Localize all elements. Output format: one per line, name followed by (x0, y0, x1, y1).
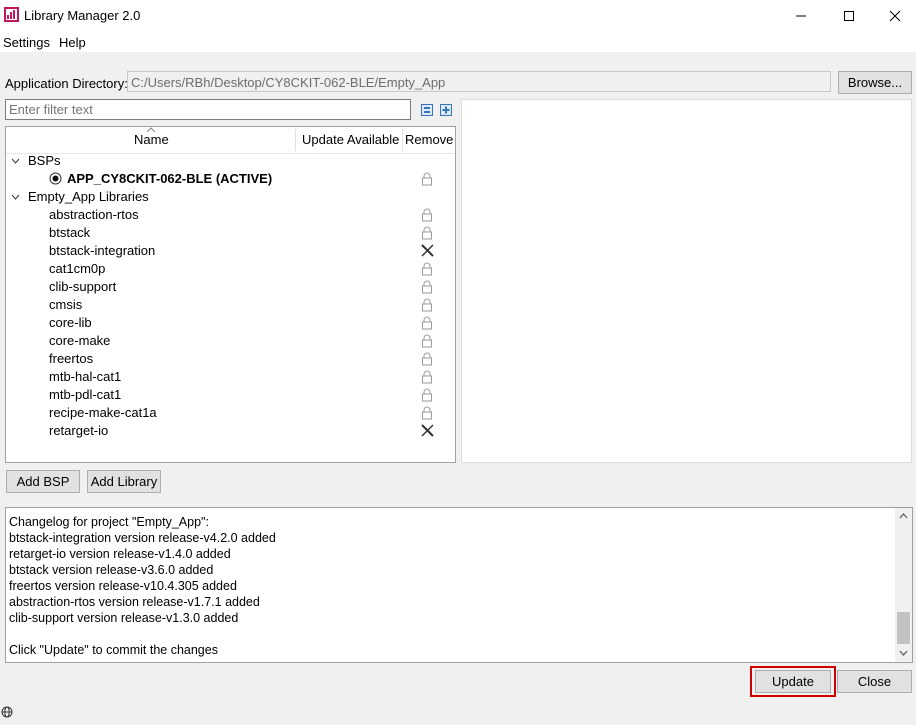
minimize-icon (796, 15, 806, 17)
bsp-row[interactable]: APP_CY8CKIT-062-BLE (ACTIVE) (6, 170, 454, 188)
library-label: core-lib (49, 315, 92, 330)
library-label: mtb-hal-cat1 (49, 369, 122, 384)
library-row[interactable]: clib-support (6, 278, 454, 296)
library-label: recipe-make-cat1a (49, 405, 157, 420)
update-button[interactable]: Update (755, 670, 831, 693)
add-bsp-button[interactable]: Add BSP (6, 470, 80, 493)
lock-icon (422, 406, 432, 420)
changelog-panel: Changelog for project "Empty_App": btsta… (5, 507, 913, 663)
close-button[interactable]: Close (837, 670, 912, 693)
lock-icon (422, 172, 432, 186)
library-label: cmsis (49, 297, 83, 312)
changelog-line: freertos version release-v10.4.305 added (9, 579, 237, 593)
lock-icon (422, 280, 432, 294)
library-row[interactable]: core-make (6, 332, 454, 350)
collapse-all-button[interactable] (421, 104, 433, 116)
library-row[interactable]: recipe-make-cat1a (6, 404, 454, 422)
changelog-line: abstraction-rtos version release-v1.7.1 … (9, 595, 260, 609)
lock-icon (422, 388, 432, 402)
library-row[interactable]: retarget-io (6, 422, 454, 440)
browse-button[interactable]: Browse... (838, 71, 912, 94)
library-row[interactable]: freertos (6, 350, 454, 368)
library-row[interactable]: btstack-integration (6, 242, 454, 260)
window-title: Library Manager 2.0 (24, 8, 141, 23)
changelog-line: clib-support version release-v1.3.0 adde… (9, 611, 239, 625)
group-row-libraries[interactable]: Empty_App Libraries (6, 188, 454, 206)
details-panel (461, 99, 912, 463)
lock-icon (422, 208, 432, 222)
column-remove[interactable]: Remove (405, 129, 453, 151)
library-row[interactable]: mtb-pdl-cat1 (6, 386, 454, 404)
scroll-down-icon[interactable] (899, 650, 908, 656)
remove-x-icon[interactable] (420, 243, 435, 258)
menu-help[interactable]: Help (59, 35, 86, 50)
library-tree[interactable]: Name Update Available Remove BSPs APP_CY… (5, 126, 456, 463)
changelog-line: Changelog for project "Empty_App": (9, 515, 209, 529)
lock-icon (422, 352, 432, 366)
add-library-button[interactable]: Add Library (87, 470, 161, 493)
radio-selected-icon[interactable] (49, 172, 62, 185)
library-label: mtb-pdl-cat1 (49, 387, 122, 402)
app-icon (4, 7, 19, 22)
changelog-line: Click "Update" to commit the changes (9, 643, 218, 657)
close-icon (889, 10, 901, 22)
maximize-icon (844, 11, 854, 21)
title-bar: Library Manager 2.0 (0, 0, 916, 32)
column-update-available[interactable]: Update Available (302, 129, 399, 151)
scroll-up-icon[interactable] (899, 513, 908, 519)
library-row[interactable]: mtb-hal-cat1 (6, 368, 454, 386)
library-label: core-make (49, 333, 111, 348)
lock-icon (422, 298, 432, 312)
lock-icon (422, 334, 432, 348)
changelog-line: retarget-io version release-v1.4.0 added (9, 547, 231, 561)
app-dir-value: C:/Users/RBh/Desktop/CY8CKIT-062-BLE/Emp… (131, 75, 446, 90)
group-label: BSPs (28, 153, 61, 168)
library-label: cat1cm0p (49, 261, 106, 276)
collapse-all-icon (421, 104, 433, 116)
app-dir-label: Application Directory: (5, 76, 128, 91)
scrollbar-thumb[interactable] (897, 612, 910, 644)
changelog-line: btstack-integration version release-v4.2… (9, 531, 276, 545)
remove-x-icon[interactable] (420, 423, 435, 438)
bsp-label: APP_CY8CKIT-062-BLE (ACTIVE) (67, 171, 273, 186)
library-label: clib-support (49, 279, 117, 294)
library-label: retarget-io (49, 423, 109, 438)
column-name[interactable]: Name (134, 129, 169, 151)
group-label: Empty_App Libraries (28, 189, 149, 204)
chevron-down-icon (11, 158, 20, 164)
filter-input[interactable] (5, 99, 411, 120)
library-label: btstack (49, 225, 91, 240)
group-row-bsps[interactable]: BSPs (6, 152, 454, 170)
library-row[interactable]: cmsis (6, 296, 454, 314)
close-window-button[interactable] (872, 4, 916, 28)
expand-all-icon (440, 104, 452, 116)
lock-icon (422, 226, 432, 240)
library-label: btstack-integration (49, 243, 156, 258)
expand-all-button[interactable] (440, 104, 452, 116)
menu-settings[interactable]: Settings (3, 35, 50, 50)
globe-icon[interactable] (1, 706, 13, 718)
menu-bar: Settings Help (0, 32, 916, 52)
maximize-button[interactable] (826, 4, 872, 28)
lock-icon (422, 370, 432, 384)
library-row[interactable]: btstack (6, 224, 454, 242)
library-row[interactable]: cat1cm0p (6, 260, 454, 278)
library-label: abstraction-rtos (49, 207, 139, 222)
changelog-line: btstack version release-v3.6.0 added (9, 563, 214, 577)
minimize-button[interactable] (778, 4, 824, 28)
table-header: Name Update Available Remove (6, 127, 455, 154)
lock-icon (422, 316, 432, 330)
changelog-scrollbar[interactable] (895, 508, 912, 662)
library-row[interactable]: abstraction-rtos (6, 206, 454, 224)
library-label: freertos (49, 351, 94, 366)
lock-icon (422, 262, 432, 276)
library-row[interactable]: core-lib (6, 314, 454, 332)
app-dir-field[interactable]: C:/Users/RBh/Desktop/CY8CKIT-062-BLE/Emp… (127, 71, 831, 92)
chevron-down-icon (11, 194, 20, 200)
